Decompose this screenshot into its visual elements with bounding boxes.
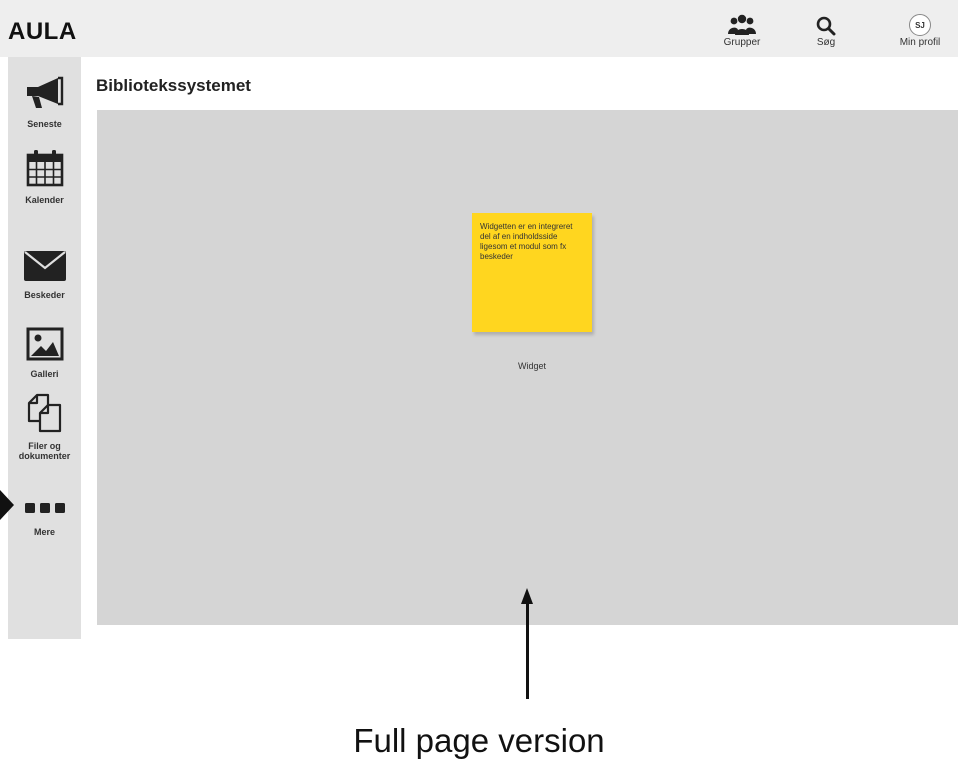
sidebar-item-filer[interactable]: Filer og dokumenter	[8, 393, 81, 461]
sidebar-item-galleri[interactable]: Galleri	[8, 327, 81, 379]
aula-logo[interactable]: AULA	[8, 18, 77, 46]
widget-label: Widget	[517, 361, 546, 371]
annotation-arrow-head	[521, 588, 533, 604]
search-icon	[816, 10, 836, 36]
avatar: SJ	[909, 14, 931, 36]
annotation-caption: Full page version	[353, 722, 605, 759]
sidebar-item-label: Galleri	[30, 369, 59, 379]
widget-sticky-note: Widgetten er en integreret del af en ind…	[472, 213, 592, 332]
sidebar-item-kalender[interactable]: Kalender	[8, 149, 81, 205]
sidebar-item-seneste[interactable]: Seneste	[8, 75, 81, 129]
topnav-grupper[interactable]: Grupper	[712, 10, 772, 52]
envelope-icon	[23, 250, 67, 287]
sidebar-item-label: Mere	[33, 527, 55, 537]
topnav-label: Grupper	[723, 37, 761, 48]
page-title: Bibliotekssystemet	[96, 76, 251, 95]
image-icon	[26, 327, 64, 366]
sidebar-item-label: Filer og dokumenter	[18, 441, 71, 461]
sidebar-item-label: Beskeder	[24, 290, 65, 300]
more-icon	[23, 501, 67, 519]
topnav-search[interactable]: Søg	[796, 10, 856, 52]
sidebar: Seneste Kalender Beskeder Galleri Filer …	[0, 57, 81, 639]
sidebar-item-beskeder[interactable]: Beskeder	[8, 250, 81, 300]
megaphone-icon	[24, 75, 66, 116]
groups-icon	[727, 10, 757, 36]
sidebar-item-label: Kalender	[25, 195, 64, 205]
avatar-icon: SJ	[909, 10, 931, 36]
topnav-label: Min profil	[899, 37, 941, 48]
calendar-icon	[25, 149, 65, 192]
documents-icon	[24, 393, 66, 438]
sidebar-item-label: Seneste	[27, 119, 62, 129]
annotation-arrow-line	[526, 603, 529, 699]
top-bar: AULA Grupper Søg SJ Min profil	[0, 0, 958, 57]
topnav-label: Søg	[816, 37, 836, 48]
topnav-profile[interactable]: SJ Min profil	[890, 10, 950, 52]
sidebar-item-mere[interactable]: Mere	[8, 501, 81, 537]
